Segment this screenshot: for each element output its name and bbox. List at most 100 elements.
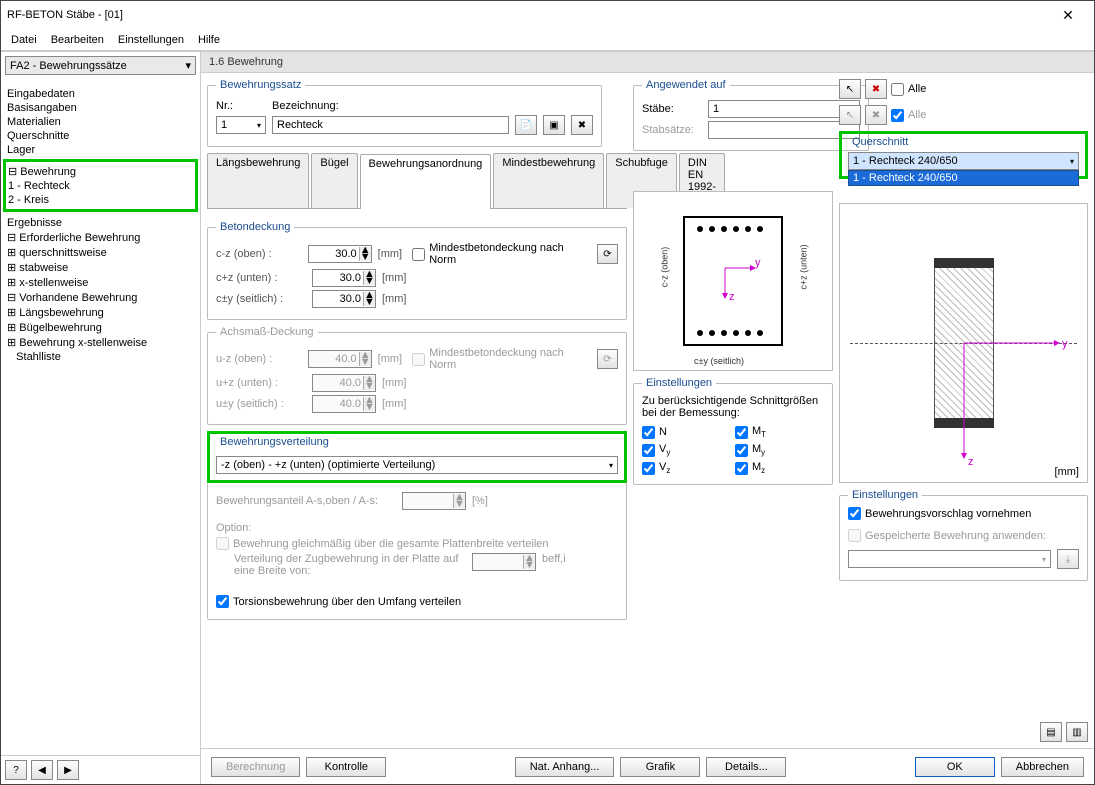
sidebar-selector[interactable]: FA2 - Bewehrungssätze ▾ [5, 56, 196, 75]
tree-item[interactable]: Basisangaben [7, 101, 194, 115]
copy-icon[interactable]: ▣ [543, 115, 565, 135]
chk-vy[interactable]: Vy [642, 443, 731, 457]
abbrechen-button[interactable]: Abbrechen [1001, 757, 1084, 777]
cz-oben-input[interactable]: ▲▼ [308, 245, 372, 263]
load-icon: ⤓ [1057, 549, 1079, 569]
mindest-norm-checkbox[interactable]: Mindestbetondeckung nach Norm [412, 242, 585, 266]
svg-text:y: y [1062, 338, 1068, 350]
group-achsmass: Achsmaß-Deckung u-z (oben) : ▲▼ [mm] Min… [207, 326, 627, 425]
grafik-button[interactable]: Grafik [620, 757, 700, 777]
tree-item[interactable]: Materialien [7, 115, 194, 129]
bez-label: Bezeichnung: [272, 100, 339, 112]
chk-my[interactable]: My [735, 443, 824, 457]
delete-icon[interactable]: ✖ [571, 115, 593, 135]
nat-anhang-button[interactable]: Nat. Anhang... [515, 757, 615, 777]
legend: Einstellungen [642, 377, 716, 389]
pick-icon[interactable]: ↖ [839, 79, 861, 99]
chk-mt[interactable]: MT [735, 425, 824, 439]
highlight-box-verteilung: Bewehrungsverteilung -z (oben) - +z (unt… [207, 431, 627, 483]
querschnitt-select[interactable]: 1 - Rechteck 240/650▾ [848, 152, 1079, 170]
tree-item[interactable]: ⊞ x-stellenweise [7, 275, 194, 290]
refresh-icon[interactable]: ⟳ [597, 244, 618, 264]
delete-row-icon-2: ✖ [865, 105, 887, 125]
chk-n[interactable]: N [642, 425, 731, 439]
nr-select[interactable]: 1▾ [216, 116, 266, 134]
anteil-label: Bewehrungsanteil A-s,oben / A-s: [216, 495, 396, 507]
pick-icon-2: ↖ [839, 105, 861, 125]
group-angewendet: Angewendet auf Stäbe: Stabsätze: [633, 79, 869, 151]
alle-stabsaetze-checkbox[interactable]: Alle [891, 109, 926, 122]
tree-item[interactable]: ⊞ Bewehrung x-stellenweise [7, 335, 194, 350]
tab-laengs[interactable]: Längsbewehrung [207, 153, 309, 208]
uz-unten-input: ▲▼ [312, 374, 376, 392]
close-icon[interactable]: ✕ [1048, 7, 1088, 24]
verteilung-select[interactable]: -z (oben) - +z (unten) (optimierte Verte… [216, 456, 618, 474]
help-icon[interactable]: ? [5, 760, 27, 780]
berechnung-button: Berechnung [211, 757, 300, 777]
highlight-box: ⊟ Bewehrung 1 - Rechteck 2 - Kreis [3, 159, 198, 212]
tree-item[interactable]: 2 - Kreis [8, 193, 193, 207]
cz-unten-input[interactable]: ▲▼ [312, 269, 376, 287]
tree-group-eingabe[interactable]: Eingabedaten [7, 87, 194, 101]
tree-item[interactable]: ⊞ querschnittsweise [7, 245, 194, 260]
group-querschnitt: Querschnitt 1 - Rechteck 240/650▾ 1 - Re… [844, 136, 1083, 174]
delete-row-icon[interactable]: ✖ [865, 79, 887, 99]
legend: Bewehrungsverteilung [216, 436, 333, 448]
cross-section-diagram: y z c-z (oben) c+z (unten) c±y (seitlich… [633, 191, 833, 371]
tree-item[interactable]: ⊟ Vorhandene Bewehrung [7, 290, 194, 305]
uz-oben-input: ▲▼ [308, 350, 372, 368]
tree-item[interactable]: Lager [7, 143, 194, 157]
next-icon[interactable]: ▶ [57, 760, 79, 780]
new-icon[interactable]: 📄 [515, 115, 537, 135]
querschnitt-dropdown[interactable]: 1 - Rechteck 240/650 [848, 170, 1079, 186]
sidebar-selector-label: FA2 - Bewehrungssätze [10, 60, 185, 72]
view-icon-2[interactable]: ▥ [1066, 722, 1088, 742]
vorschlag-checkbox[interactable]: Bewehrungsvorschlag vornehmen [848, 507, 1031, 520]
tree-item[interactable]: Stahlliste [7, 350, 194, 364]
view-icon-1[interactable]: ▤ [1040, 722, 1062, 742]
menu-bearbeiten[interactable]: Bearbeiten [51, 34, 104, 46]
chk-vz[interactable]: Vz [642, 461, 731, 475]
anteil-input: ▲▼ [402, 492, 466, 510]
nr-label: Nr.: [216, 100, 266, 112]
tab-mindest[interactable]: Mindestbewehrung [493, 153, 604, 208]
legend: Einstellungen [848, 489, 922, 501]
option-gleich-checkbox: Bewehrung gleichmäßig über die gesamte P… [216, 537, 549, 550]
tree-item-bewehrung[interactable]: ⊟ Bewehrung [8, 164, 193, 179]
torsion-checkbox[interactable]: Torsionsbewehrung über den Umfang vertei… [216, 595, 461, 608]
tab-anordnung[interactable]: Bewehrungsanordnung [360, 154, 492, 209]
menu-einstellungen[interactable]: Einstellungen [118, 34, 184, 46]
staebe-input[interactable] [708, 100, 860, 118]
tree-item[interactable]: ⊞ stabweise [7, 260, 194, 275]
mindest-norm-checkbox-2: Mindestbetondeckung nach Norm [412, 347, 585, 371]
legend: Betondeckung [216, 221, 294, 233]
sidebar: FA2 - Bewehrungssätze ▾ Eingabedaten Bas… [1, 52, 201, 784]
bezeichnung-input[interactable] [272, 116, 509, 134]
tab-buegel[interactable]: Bügel [311, 153, 357, 208]
tree-item[interactable]: ⊟ Erforderliche Bewehrung [7, 230, 194, 245]
dropdown-option[interactable]: 1 - Rechteck 240/650 [849, 171, 1078, 185]
chk-mz[interactable]: Mz [735, 461, 824, 475]
prev-icon[interactable]: ◀ [31, 760, 53, 780]
kontrolle-button[interactable]: Kontrolle [306, 757, 386, 777]
ok-button[interactable]: OK [915, 757, 995, 777]
group-verteilung-ext: Bewehrungsanteil A-s,oben / A-s: ▲▼ [%] … [207, 483, 627, 620]
menu-hilfe[interactable]: Hilfe [198, 34, 220, 46]
legend: Angewendet auf [642, 79, 730, 91]
gespeichert-select: ▾ [848, 550, 1051, 568]
gespeichert-checkbox: Gespeicherte Bewehrung anwenden: [848, 529, 1046, 542]
cy-input[interactable]: ▲▼ [312, 290, 376, 308]
content-area: FA2 - Bewehrungssätze ▾ Eingabedaten Bas… [1, 51, 1094, 784]
tree-item[interactable]: 1 - Rechteck [8, 179, 193, 193]
page-title: 1.6 Bewehrung [201, 52, 1094, 73]
menu-datei[interactable]: Datei [11, 34, 37, 46]
alle-staebe-checkbox[interactable]: Alle [891, 83, 926, 96]
tree-group-ergebnisse[interactable]: Ergebnisse [7, 216, 194, 230]
tree-item[interactable]: ⊞ Bügelbewehrung [7, 320, 194, 335]
tree-item[interactable]: Querschnitte [7, 129, 194, 143]
desc: Zu berücksichtigende Schnittgrößen bei d… [642, 395, 824, 419]
refresh-icon: ⟳ [597, 349, 618, 369]
tree-item[interactable]: ⊞ Längsbewehrung [7, 305, 194, 320]
cz-unten-label: c+z (unten) : [216, 272, 306, 284]
details-button[interactable]: Details... [706, 757, 786, 777]
